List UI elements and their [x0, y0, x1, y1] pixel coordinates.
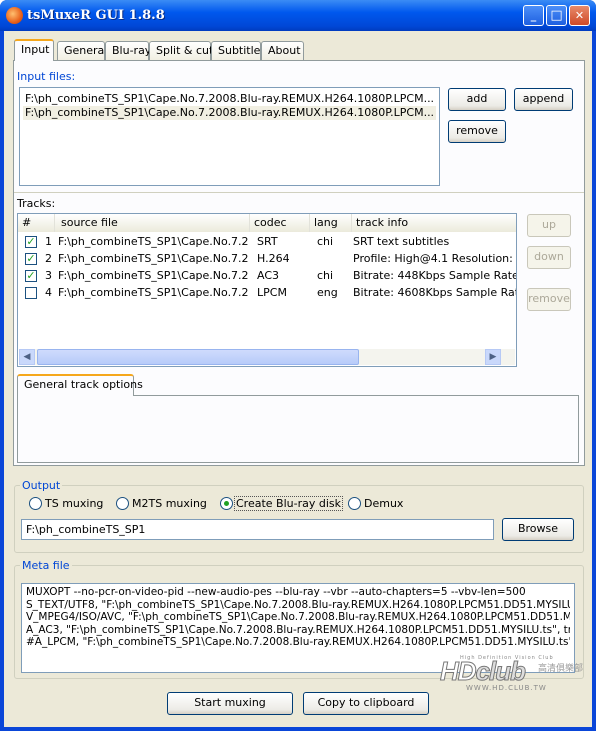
main-window: tsMuxeR GUI 1.8.8 _ □ ✕ Input General Bl…: [0, 0, 596, 731]
tab-general[interactable]: General: [57, 41, 107, 60]
meta-line: A_AC3, "F:\ph_combineTS_SP1\Cape.No.7.20…: [26, 623, 570, 636]
meta-line: #A_LPCM, "F:\ph_combineTS_SP1\Cape.No.7.…: [26, 636, 570, 648]
track-info: Bitrate: 4608Kbps Sample Rate: 4: [353, 286, 516, 299]
track-codec: AC3: [257, 269, 280, 282]
tab-subtitles[interactable]: Subtitles: [211, 41, 266, 60]
track-codec: LPCM: [257, 286, 287, 299]
radio-create-blu-ray-disk[interactable]: [220, 497, 233, 510]
tab-input[interactable]: Input: [14, 39, 54, 61]
label-create-blu-ray-disk: Create Blu-ray disk: [234, 496, 343, 511]
track-lang: chi: [317, 235, 334, 248]
title-bar[interactable]: tsMuxeR GUI 1.8.8 _ □ ✕: [0, 0, 596, 31]
watermark-site: WWW.HD.CLUB.TW: [466, 684, 547, 692]
track-info: Profile: High@4.1 Resolution: 192: [353, 252, 516, 265]
meta-line: MUXOPT --no-pcr-on-video-pid --new-audio…: [26, 586, 526, 598]
track-row[interactable]: ✓ 2 F:\ph_combineTS_SP1\Cape.No.7.2... H.26…: [18, 250, 516, 267]
window-title: tsMuxeR GUI 1.8.8: [27, 8, 165, 23]
track-info: SRT text subtitles: [353, 235, 450, 248]
append-button[interactable]: append: [514, 88, 573, 111]
watermark-brand: HDclub: [440, 656, 527, 686]
tracks-table[interactable]: # source file codec lang track info ✓ 1 F:…: [17, 213, 517, 367]
track-up-button[interactable]: up: [527, 214, 571, 237]
col-lang[interactable]: lang: [310, 214, 352, 232]
output-path-field[interactable]: F:\ph_combineTS_SP1: [21, 519, 494, 540]
browse-button[interactable]: Browse: [502, 518, 574, 541]
radio-ts-muxing[interactable]: [29, 497, 42, 510]
close-button[interactable]: ✕: [569, 5, 590, 26]
meta-file-label: Meta file: [20, 559, 72, 572]
input-files-list[interactable]: F:\ph_combineTS_SP1\Cape.No.7.2008.Blu-r…: [19, 87, 440, 186]
scroll-thumb[interactable]: [37, 349, 359, 365]
track-lang: eng: [317, 286, 338, 299]
input-file-item-selected[interactable]: F:\ph_combineTS_SP1\Cape.No.7.2008.Blu-r…: [23, 106, 437, 120]
track-source-file: F:\ph_combineTS_SP1\Cape.No.7.2...: [58, 235, 248, 248]
meta-line: S_TEXT/UTF8, "F:\ph_combineTS_SP1\Cape.N…: [26, 598, 570, 611]
col-source-file[interactable]: source file: [55, 214, 250, 232]
copy-to-clipboard-button[interactable]: Copy to clipboard: [303, 692, 429, 715]
app-icon[interactable]: [6, 7, 23, 24]
track-checkbox[interactable]: ✓: [25, 253, 37, 265]
track-codec: H.264: [257, 252, 290, 265]
track-options-panel: [17, 395, 579, 463]
label-demux: Demux: [364, 497, 404, 510]
radio-demux[interactable]: [348, 497, 361, 510]
tab-general-track-options[interactable]: General track options: [17, 374, 143, 396]
track-down-button[interactable]: down: [527, 246, 571, 269]
maximize-button[interactable]: □: [546, 5, 567, 26]
input-tab-page: Input files: F:\ph_combineTS_SP1\Cape.No…: [13, 60, 585, 466]
col-number[interactable]: #: [18, 214, 55, 232]
meta-line: V_MPEG4/ISO/AVC, "F:\ph_combineTS_SP1\Ca…: [26, 611, 570, 623]
scroll-right-icon[interactable]: ▶: [485, 349, 501, 365]
minimize-button[interactable]: _: [523, 5, 544, 26]
track-info: Bitrate: 448Kbps Sample Rate: 48: [353, 269, 516, 282]
label-m2ts-muxing: M2TS muxing: [132, 497, 207, 510]
add-button[interactable]: add: [448, 88, 506, 111]
track-row[interactable]: 4 F:\ph_combineTS_SP1\Cape.No.7.2... LPCM e…: [18, 284, 516, 301]
track-source-file: F:\ph_combineTS_SP1\Cape.No.7.2...: [58, 286, 248, 299]
radio-m2ts-muxing[interactable]: [116, 497, 129, 510]
start-muxing-button[interactable]: Start muxing: [167, 692, 293, 715]
track-checkbox[interactable]: ✓: [25, 236, 37, 248]
label-ts-muxing: TS muxing: [45, 497, 104, 510]
input-files-label: Input files:: [17, 70, 76, 83]
track-source-file: F:\ph_combineTS_SP1\Cape.No.7.2...: [58, 269, 248, 282]
track-number: 1: [45, 235, 52, 248]
track-codec: SRT: [257, 235, 278, 248]
watermark-cn: 高清俱樂部: [538, 664, 584, 674]
input-file-item[interactable]: F:\ph_combineTS_SP1\Cape.No.7.2008.Blu-r…: [25, 91, 434, 106]
tab-blu-ray[interactable]: Blu-ray: [105, 41, 151, 60]
track-source-file: F:\ph_combineTS_SP1\Cape.No.7.2...: [58, 252, 248, 265]
track-number: 4: [45, 286, 52, 299]
tab-split-cut[interactable]: Split & cut: [149, 41, 213, 60]
remove-file-button[interactable]: remove: [448, 120, 506, 143]
track-number: 3: [45, 269, 52, 282]
track-remove-button[interactable]: remove: [527, 288, 571, 311]
track-row[interactable]: ✓ 1 F:\ph_combineTS_SP1\Cape.No.7.2... SRT c…: [18, 233, 514, 250]
tracks-horizontal-scrollbar[interactable]: ◀ ▶: [19, 349, 515, 365]
track-checkbox[interactable]: ✓: [25, 270, 37, 282]
dialog-body: Input General Blu-ray Split & cut Subtit…: [4, 31, 592, 727]
track-row[interactable]: ✓ 3 F:\ph_combineTS_SP1\Cape.No.7.2... AC3 c…: [18, 267, 516, 284]
output-label: Output: [20, 479, 63, 492]
output-group: Output TS muxing M2TS muxing Create Blu-…: [14, 479, 584, 553]
scroll-left-icon[interactable]: ◀: [19, 349, 35, 365]
tracks-label: Tracks:: [17, 197, 56, 210]
hdclub-watermark-logo: High Definition Vision Club HDclub 高清俱樂部…: [440, 655, 585, 693]
col-codec[interactable]: codec: [250, 214, 310, 232]
track-lang: chi: [317, 269, 334, 282]
track-checkbox[interactable]: [25, 287, 37, 299]
divider: [14, 192, 584, 193]
col-track-info[interactable]: track info: [352, 214, 516, 232]
track-number: 2: [45, 252, 52, 265]
tab-about[interactable]: About: [261, 41, 304, 60]
